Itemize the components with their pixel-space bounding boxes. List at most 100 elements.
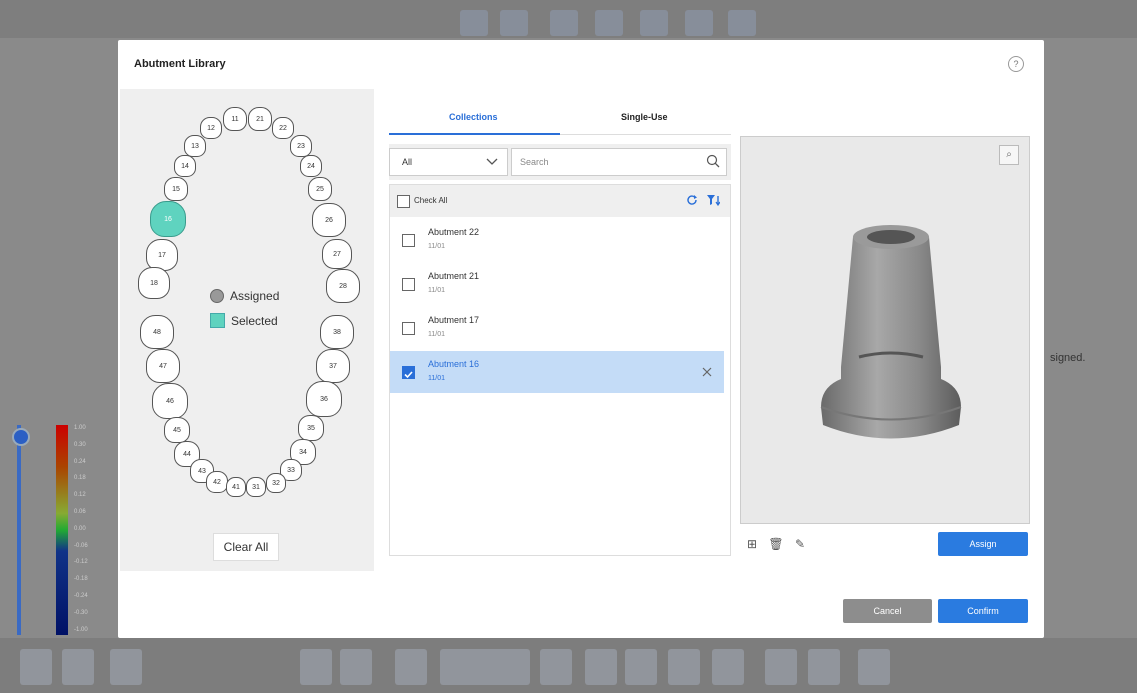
edit-icon[interactable]: ✎ <box>790 534 810 554</box>
abutment-3d-preview[interactable]: ⌕ <box>740 136 1030 524</box>
tooth-38[interactable]: 38 <box>320 315 354 349</box>
view-mode-icon[interactable]: ⌕ <box>999 145 1019 165</box>
tooth-16[interactable]: 16 <box>150 201 186 237</box>
item-checkbox[interactable] <box>402 234 415 247</box>
assign-button[interactable]: Assign <box>938 532 1028 556</box>
toolbar-button[interactable] <box>500 10 528 36</box>
tooth-47[interactable]: 47 <box>146 349 180 383</box>
tooth-15[interactable]: 15 <box>164 177 188 201</box>
list-item[interactable]: Abutment 17 11/01 <box>390 307 724 349</box>
close-icon[interactable] <box>702 367 712 377</box>
clear-all-button[interactable]: Clear All <box>213 533 279 561</box>
item-checkbox[interactable] <box>402 366 415 379</box>
refresh-icon[interactable] <box>686 194 698 206</box>
toolbar-button[interactable] <box>110 649 142 685</box>
toolbar-button[interactable] <box>340 649 372 685</box>
tooth-25[interactable]: 25 <box>308 177 332 201</box>
toolbar-button[interactable] <box>595 10 623 36</box>
toolbar-button[interactable] <box>668 649 700 685</box>
tab-collections[interactable]: Collections <box>449 112 498 122</box>
list-item[interactable]: Abutment 22 11/01 <box>390 219 724 261</box>
check-all-checkbox[interactable] <box>397 195 410 208</box>
tooth-48[interactable]: 48 <box>140 315 174 349</box>
list-item[interactable]: Abutment 21 11/01 <box>390 263 724 305</box>
tooth-32[interactable]: 32 <box>266 473 286 493</box>
selected-indicator-icon <box>210 313 225 328</box>
tab-single-use[interactable]: Single-Use <box>621 112 668 122</box>
item-checkbox[interactable] <box>402 278 415 291</box>
list-item[interactable]: Abutment 16 11/01 <box>390 351 724 393</box>
tooth-37[interactable]: 37 <box>316 349 350 383</box>
item-name: Abutment 22 <box>428 227 480 237</box>
toolbar-button[interactable] <box>585 649 617 685</box>
category-dropdown-value: All <box>402 157 413 167</box>
category-dropdown[interactable]: All <box>389 148 508 176</box>
tooth-24[interactable]: 24 <box>300 155 322 177</box>
legend-value-label: -1.00 <box>74 626 88 633</box>
confirm-button[interactable]: Confirm <box>938 599 1028 623</box>
toolbar-button[interactable] <box>858 649 890 685</box>
legend-value-label: -0.06 <box>74 542 88 549</box>
legend-selected: Selected <box>210 313 278 328</box>
play-button[interactable] <box>625 649 657 685</box>
toolbar-button[interactable] <box>550 10 578 36</box>
tooth-42[interactable]: 42 <box>206 471 228 493</box>
legend-slider[interactable] <box>17 425 21 635</box>
legend-value-label: 0.12 <box>74 492 86 499</box>
list-header: Check All <box>390 185 730 217</box>
trash-icon[interactable]: 🗑 <box>766 534 786 554</box>
toolbar-button[interactable] <box>712 649 744 685</box>
bottom-toolbar <box>0 638 1137 693</box>
tooth-21[interactable]: 21 <box>248 107 272 131</box>
undo-button[interactable] <box>20 649 52 685</box>
tooth-23[interactable]: 23 <box>290 135 312 157</box>
legend-value-label: 0.06 <box>74 509 86 515</box>
tooth-14[interactable]: 14 <box>174 155 196 177</box>
tooth-12[interactable]: 12 <box>200 117 222 139</box>
search-icon[interactable] <box>706 154 720 168</box>
chevron-down-icon <box>486 158 498 165</box>
search-field[interactable]: Search <box>511 148 727 176</box>
tooth-46[interactable]: 46 <box>152 383 188 419</box>
background-status-text: signed. <box>1050 352 1086 364</box>
tooth-27[interactable]: 27 <box>322 239 352 269</box>
toolbar-button[interactable] <box>640 10 668 36</box>
toolbar-button[interactable] <box>300 649 332 685</box>
toolbar-button[interactable] <box>728 10 756 36</box>
abutment-model <box>820 225 962 439</box>
delete-button[interactable] <box>808 649 840 685</box>
search-input[interactable]: Search <box>520 157 549 167</box>
tooth-41[interactable]: 41 <box>226 477 246 497</box>
tooth-13[interactable]: 13 <box>184 135 206 157</box>
legend-value-label: 0.18 <box>74 475 86 482</box>
tooth-22[interactable]: 22 <box>272 117 294 139</box>
sort-icon[interactable] <box>706 194 720 206</box>
item-checkbox[interactable] <box>402 322 415 335</box>
transparency-slider[interactable] <box>440 649 530 685</box>
tooth-31[interactable]: 31 <box>246 477 266 497</box>
toolbar-button[interactable] <box>685 10 713 36</box>
legend-value-label: 1.00 <box>74 425 86 431</box>
legend-value-label: -0.30 <box>74 609 88 616</box>
tooth-18[interactable]: 18 <box>138 267 170 299</box>
toolbar-button[interactable] <box>460 10 488 36</box>
toolbar-button[interactable] <box>765 649 797 685</box>
toolbar-button[interactable] <box>540 649 572 685</box>
legend-value-label: -0.24 <box>74 593 88 599</box>
legend-slider-handle[interactable] <box>12 428 30 446</box>
tooth-45[interactable]: 45 <box>164 417 190 443</box>
tooth-36[interactable]: 36 <box>306 381 342 417</box>
tooth-35[interactable]: 35 <box>298 415 324 441</box>
tooth-11[interactable]: 11 <box>223 107 247 131</box>
item-date: 11/01 <box>428 331 445 338</box>
cancel-button[interactable]: Cancel <box>843 599 932 623</box>
help-icon[interactable]: ? <box>1008 56 1024 72</box>
tooth-28[interactable]: 28 <box>326 269 360 303</box>
toolbar-button[interactable] <box>395 649 427 685</box>
add-icon[interactable]: ⊞ <box>742 534 762 554</box>
top-toolbar <box>0 0 1137 38</box>
check-all-label: Check All <box>414 196 448 205</box>
redo-button[interactable] <box>62 649 94 685</box>
legend-value-label: -0.18 <box>74 576 88 583</box>
tooth-26[interactable]: 26 <box>312 203 346 237</box>
